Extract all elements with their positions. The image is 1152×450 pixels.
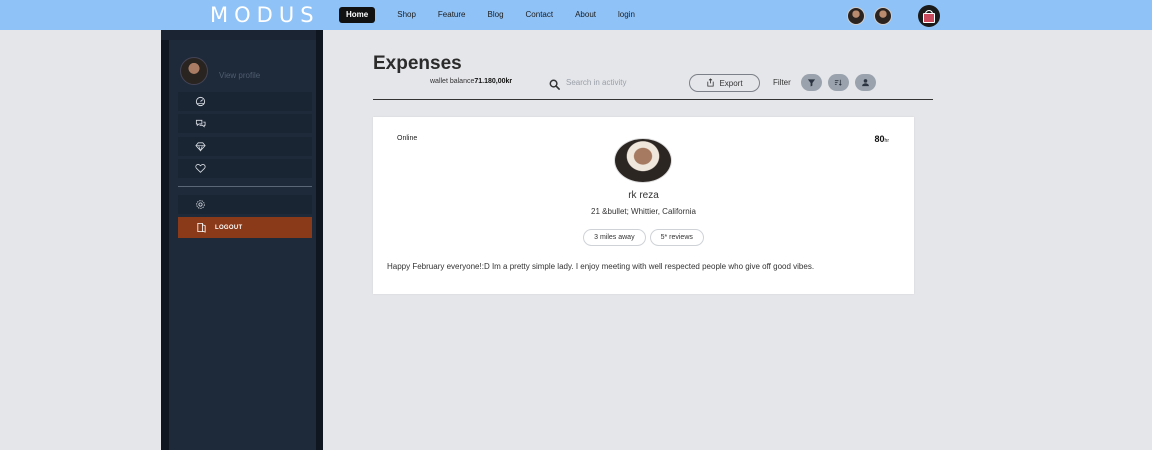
header-divider	[373, 99, 933, 100]
distance-number: 80	[874, 134, 885, 144]
sidebar-item-favorites[interactable]	[178, 159, 312, 178]
nav-item-about[interactable]: About	[575, 7, 596, 23]
filter-funnel-button[interactable]	[801, 74, 822, 91]
wallet-label: wallet balance	[430, 78, 475, 85]
export-label: Export	[719, 78, 743, 88]
settings-icon	[195, 199, 206, 210]
wallet-value: 71.180,00kr	[474, 78, 513, 85]
brand-logo[interactable]: MODUS	[210, 3, 320, 27]
nav-item-feature[interactable]: Feature	[438, 7, 466, 23]
top-navbar: MODUS Home Shop Feature Blog Contact Abo…	[0, 0, 1152, 30]
dashboard-icon	[195, 96, 206, 107]
chip-distance[interactable]: 3 miles away	[583, 229, 646, 246]
funnel-icon	[807, 74, 816, 92]
logout-label: LOGOUT	[215, 224, 243, 231]
logout-icon	[196, 222, 207, 233]
sidebar-item-dashboard[interactable]	[178, 92, 312, 111]
chip-reviews[interactable]: 5* reviews	[649, 229, 704, 246]
wallet-balance: wallet balance71.180,00kr	[430, 78, 512, 85]
sidebar-item-settings[interactable]	[178, 195, 312, 214]
export-button[interactable]: Export	[689, 74, 760, 92]
sort-icon	[834, 74, 843, 92]
chat-icon	[195, 118, 206, 129]
online-status: Online	[397, 135, 418, 142]
nav-item-blog[interactable]: Blog	[488, 7, 504, 23]
search-input[interactable]	[566, 76, 676, 88]
export-icon	[706, 77, 715, 89]
profile-avatar[interactable]	[180, 57, 208, 85]
sidebar-item-messages[interactable]	[178, 114, 312, 133]
card-name: rk reza	[628, 190, 659, 201]
card-avatar[interactable]	[614, 138, 672, 183]
profile-card[interactable]: Online 80hr rk reza 21 &bullet; Whittier…	[373, 117, 914, 294]
nav-item-login[interactable]: login	[618, 7, 635, 23]
distance-value: 80hr	[875, 134, 889, 144]
nav-item-contact[interactable]: Contact	[526, 7, 554, 23]
search-icon[interactable]	[549, 77, 560, 95]
user-avatar-1[interactable]	[847, 7, 865, 25]
view-profile-link[interactable]: View profile	[219, 71, 260, 80]
logout-button[interactable]: LOGOUT	[178, 217, 312, 238]
shopping-bag-icon[interactable]	[918, 5, 940, 27]
card-meta: 21 &bullet; Whittier, California	[591, 207, 696, 216]
page-title: Expenses	[373, 53, 462, 74]
nav-item-shop[interactable]: Shop	[397, 7, 416, 23]
card-bio: Happy February everyone!:D Im a pretty s…	[387, 262, 815, 271]
distance-unit: hr	[884, 138, 889, 144]
filter-sort-button[interactable]	[828, 74, 849, 91]
filter-user-button[interactable]	[855, 74, 876, 91]
main-nav: Home Shop Feature Blog Contact About log…	[339, 7, 657, 23]
filter-label: Filter	[773, 78, 791, 87]
gem-icon	[195, 141, 206, 152]
sidebar-divider	[178, 186, 312, 187]
sidebar-item-gems[interactable]	[178, 137, 312, 156]
user-icon	[861, 74, 870, 92]
user-avatar-2[interactable]	[874, 7, 892, 25]
heart-icon	[195, 163, 206, 174]
card-chips: 3 miles away 5* reviews	[373, 229, 914, 246]
sidebar-edge	[161, 30, 316, 40]
nav-item-home[interactable]: Home	[339, 7, 376, 23]
